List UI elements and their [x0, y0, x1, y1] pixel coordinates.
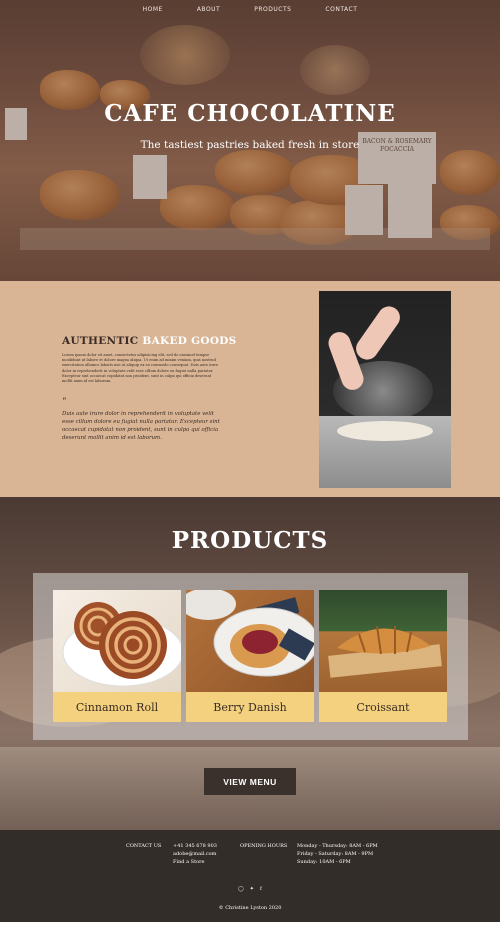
about-quote: Duis aute irure dolor in reprehenderit i…: [62, 411, 220, 442]
hours-line: Sunday: 10AM - 6PM: [297, 859, 351, 865]
about-body: Lorem ipsum dolor sit amet, consectetur …: [62, 353, 219, 384]
product-card-berry-danish[interactable]: Berry Danish: [186, 590, 314, 722]
hand-image: [351, 302, 405, 364]
hero-subtitle: The tastiest pastries baked fresh in sto…: [140, 139, 360, 151]
contact-email[interactable]: adobe@mail.com: [173, 851, 216, 859]
croissant-image: [319, 590, 447, 692]
hero-title: CAFE CHOCOLATINE: [104, 100, 396, 127]
contact-heading: CONTACT US: [126, 843, 162, 849]
product-card-cinnamon-roll[interactable]: Cinnamon Roll: [53, 590, 181, 722]
product-name: Cinnamon Roll: [53, 692, 181, 722]
instagram-icon[interactable]: ◯: [238, 886, 244, 892]
about-heading-highlight: BAKED GOODS: [142, 335, 237, 347]
product-name: Croissant: [319, 692, 447, 722]
hours-line: Friday - Saturday: 8AM - 9PM: [297, 851, 374, 857]
products-title: PRODUCTS: [171, 527, 329, 554]
copyright: © Christine Lyston 2020: [218, 905, 282, 911]
social-links: ◯ ✦ f: [0, 886, 500, 892]
facebook-icon[interactable]: f: [260, 886, 262, 892]
dough-image: [337, 421, 433, 441]
find-store-link[interactable]: Find a Store: [173, 859, 204, 867]
quote-icon: “: [62, 397, 67, 407]
nav-about[interactable]: ABOUT: [197, 6, 220, 13]
twitter-icon[interactable]: ✦: [250, 886, 254, 892]
berry-danish-image: [186, 590, 314, 692]
product-card-croissant[interactable]: Croissant: [319, 590, 447, 722]
nav-home[interactable]: HOME: [143, 6, 163, 13]
about-heading-plain: AUTHENTIC: [62, 335, 139, 347]
product-name: Berry Danish: [186, 692, 314, 722]
nav-contact[interactable]: CONTACT: [325, 6, 357, 13]
contact-phone[interactable]: +41 345 678 903: [173, 843, 217, 851]
hours-heading: OPENING HOURS: [240, 843, 288, 849]
main-nav: HOME ABOUT PRODUCTS CONTACT: [0, 6, 500, 13]
about-heading: AUTHENTIC BAKED GOODS: [62, 335, 237, 347]
view-menu-button[interactable]: VIEW MENU: [204, 768, 296, 795]
hours-line: Monday - Thursday: 8AM - 6PM: [297, 843, 378, 849]
cinnamon-roll-image: [53, 590, 181, 692]
baker-photo: [319, 291, 451, 488]
nav-products[interactable]: PRODUCTS: [254, 6, 291, 13]
